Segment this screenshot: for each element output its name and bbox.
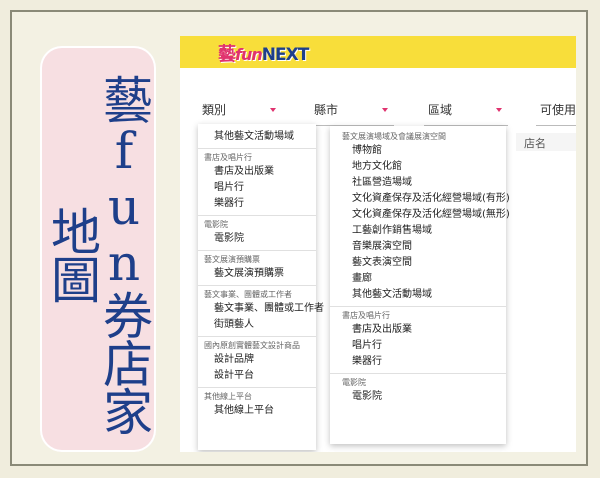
- category-select-label: 類別: [202, 103, 227, 117]
- category-select[interactable]: 類別: [198, 98, 282, 126]
- menu-group-title: 電影院: [342, 378, 366, 387]
- column-header-store-name: 店名: [524, 137, 546, 150]
- chevron-down-icon: [270, 108, 276, 112]
- logo-part-2: fun: [235, 45, 263, 64]
- menu-group-title: 書店及唱片行: [204, 153, 252, 162]
- menu-item[interactable]: 藝文展演預購票: [198, 266, 316, 282]
- menu-group-title: 藝文展演預購票: [204, 255, 260, 264]
- title-card: 藝fun券店家地圖: [40, 46, 156, 452]
- menu-item[interactable]: 文化資產保存及活化經營場域(有形): [330, 191, 510, 207]
- menu-group-title: 藝文事業、團體或工作者: [204, 290, 292, 299]
- menu-item[interactable]: 畫廊: [330, 271, 506, 287]
- menu-item[interactable]: 其他線上平台: [198, 403, 316, 419]
- website-screenshot: 藝funNEXT 類別 縣市 區域 可使用 店名 其他藝文活動場域 書店及唱片行…: [180, 36, 576, 452]
- menu-item[interactable]: 唱片行: [330, 338, 506, 354]
- menu-item[interactable]: 其他藝文活動場域: [330, 287, 506, 303]
- menu-item[interactable]: 唱片行: [198, 180, 316, 196]
- menu-item[interactable]: 音樂展演空間: [330, 239, 506, 255]
- menu-item[interactable]: 樂器行: [198, 196, 316, 212]
- table-header: 店名: [516, 133, 576, 151]
- page-title: 藝fun券店家地圖: [43, 74, 153, 434]
- district-select[interactable]: 區域: [424, 98, 508, 126]
- chevron-down-icon: [496, 108, 502, 112]
- menu-item[interactable]: 文化資產保存及活化經營場域(無形): [330, 207, 510, 223]
- district-select-label: 區域: [428, 103, 453, 117]
- menu-item[interactable]: 街頭藝人: [198, 317, 316, 333]
- menu-item[interactable]: 工藝創作銷售場域: [330, 223, 506, 239]
- menu-item[interactable]: 書店及出版業: [198, 164, 316, 180]
- menu-item[interactable]: 設計品牌: [198, 352, 316, 368]
- menu-item[interactable]: 電影院: [330, 389, 506, 405]
- menu-item[interactable]: 電影院: [198, 231, 316, 247]
- category-dropdown-menu: 其他藝文活動場域 書店及唱片行 書店及出版業 唱片行 樂器行 電影院 電影院 藝…: [198, 124, 324, 450]
- menu-group-title: 電影院: [204, 220, 228, 229]
- menu-group-title: 藝文展演場域及會議展演空間: [342, 132, 446, 141]
- menu-item[interactable]: 社區營造場域: [330, 175, 506, 191]
- menu-group-title: 國內原創實體藝文設計商品: [204, 341, 300, 350]
- menu-item[interactable]: 其他藝文活動場域: [198, 129, 316, 145]
- menu-item[interactable]: 藝文表演空間: [330, 255, 506, 271]
- menu-group-title: 其他線上平台: [204, 392, 252, 401]
- usable-select-label: 可使用: [540, 103, 576, 117]
- menu-item[interactable]: 藝文事業、團體或工作者: [198, 301, 324, 317]
- county-select[interactable]: 縣市: [310, 98, 394, 126]
- menu-item[interactable]: 設計平台: [198, 368, 316, 384]
- logo-part-3: NEXT: [261, 45, 310, 65]
- usable-select[interactable]: 可使用: [536, 98, 576, 126]
- county-select-label: 縣市: [314, 103, 339, 117]
- menu-group-title: 書店及唱片行: [342, 311, 390, 320]
- menu-item[interactable]: 博物館: [330, 143, 506, 159]
- menu-item[interactable]: 地方文化館: [330, 159, 506, 175]
- logo-part-1: 藝: [218, 44, 236, 65]
- chevron-down-icon: [382, 108, 388, 112]
- header-banner: 藝funNEXT: [180, 36, 576, 68]
- site-logo[interactable]: 藝funNEXT: [218, 40, 310, 66]
- subcategory-dropdown-menu: 藝文展演場域及會議展演空間 博物館 地方文化館 社區營造場域 文化資產保存及活化…: [330, 126, 510, 444]
- menu-item[interactable]: 樂器行: [330, 354, 506, 370]
- menu-item[interactable]: 書店及出版業: [330, 322, 506, 338]
